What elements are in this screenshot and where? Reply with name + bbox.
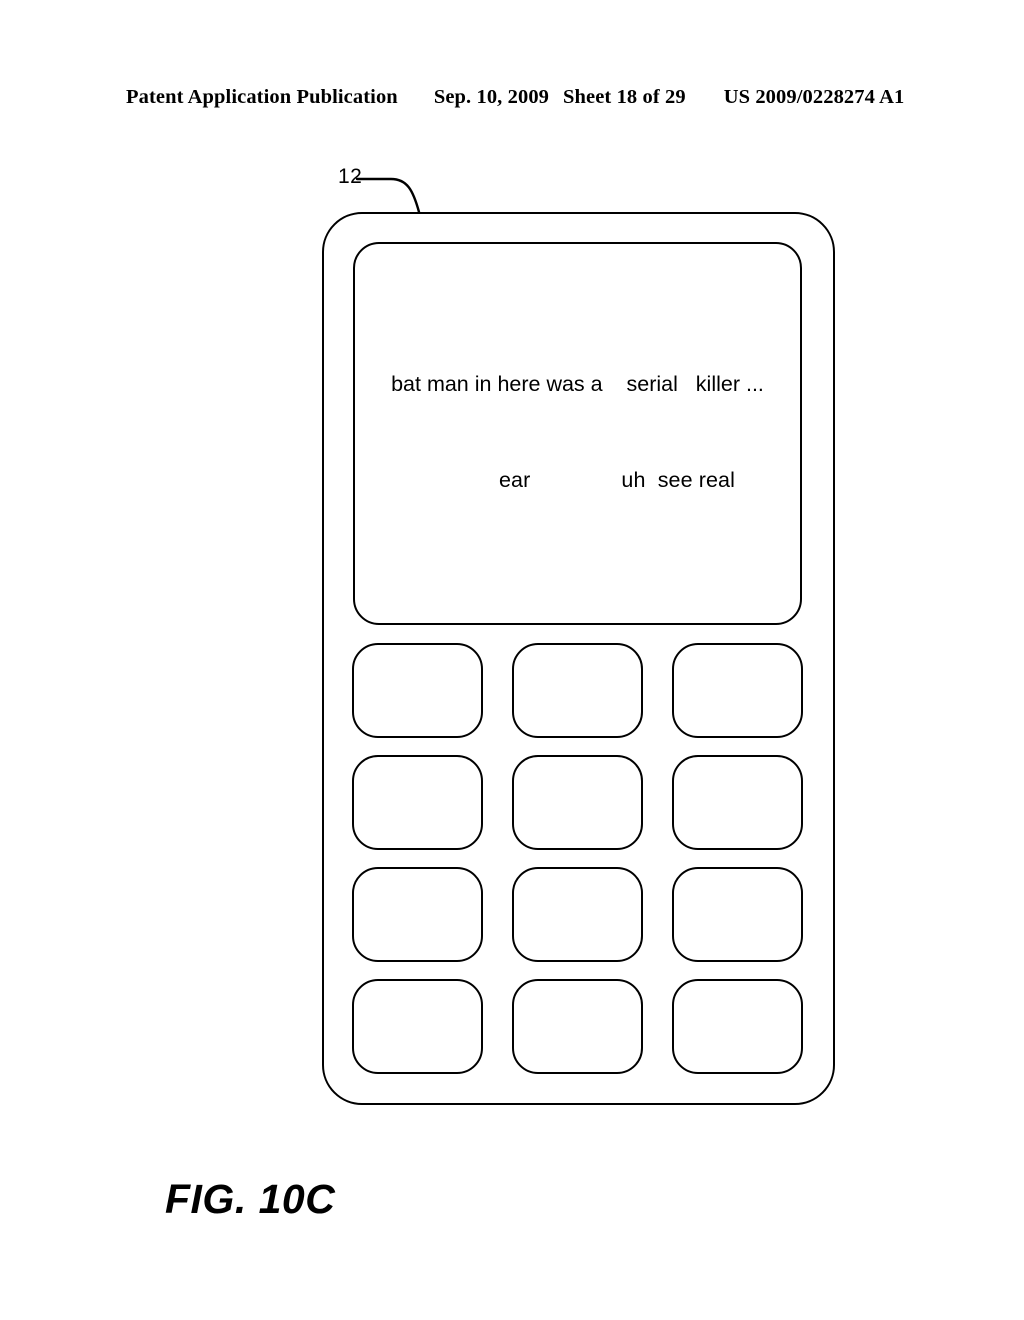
keypad-key[interactable]: [352, 643, 483, 738]
keypad-key[interactable]: [512, 643, 643, 738]
display-screen-text: bat man in here was a serial killer ... …: [355, 304, 800, 560]
keypad-key[interactable]: [672, 979, 803, 1074]
keypad-key[interactable]: [512, 979, 643, 1074]
display-text-line-2: ear uh see real: [420, 468, 735, 492]
keypad-key[interactable]: [672, 643, 803, 738]
keypad-key[interactable]: [672, 755, 803, 850]
display-text-line-1: bat man in here was a serial killer ...: [391, 372, 764, 396]
keypad-key[interactable]: [672, 867, 803, 962]
figure-caption: FIG. 10C: [165, 1176, 336, 1222]
keypad-key[interactable]: [352, 979, 483, 1074]
keypad-key[interactable]: [352, 755, 483, 850]
keypad: [352, 643, 804, 1076]
keypad-key[interactable]: [512, 867, 643, 962]
keypad-key[interactable]: [512, 755, 643, 850]
display-screen[interactable]: bat man in here was a serial killer ... …: [353, 242, 802, 625]
patent-drawing: 12 bat man in here was a serial killer .…: [0, 0, 1024, 1320]
keypad-key[interactable]: [352, 867, 483, 962]
